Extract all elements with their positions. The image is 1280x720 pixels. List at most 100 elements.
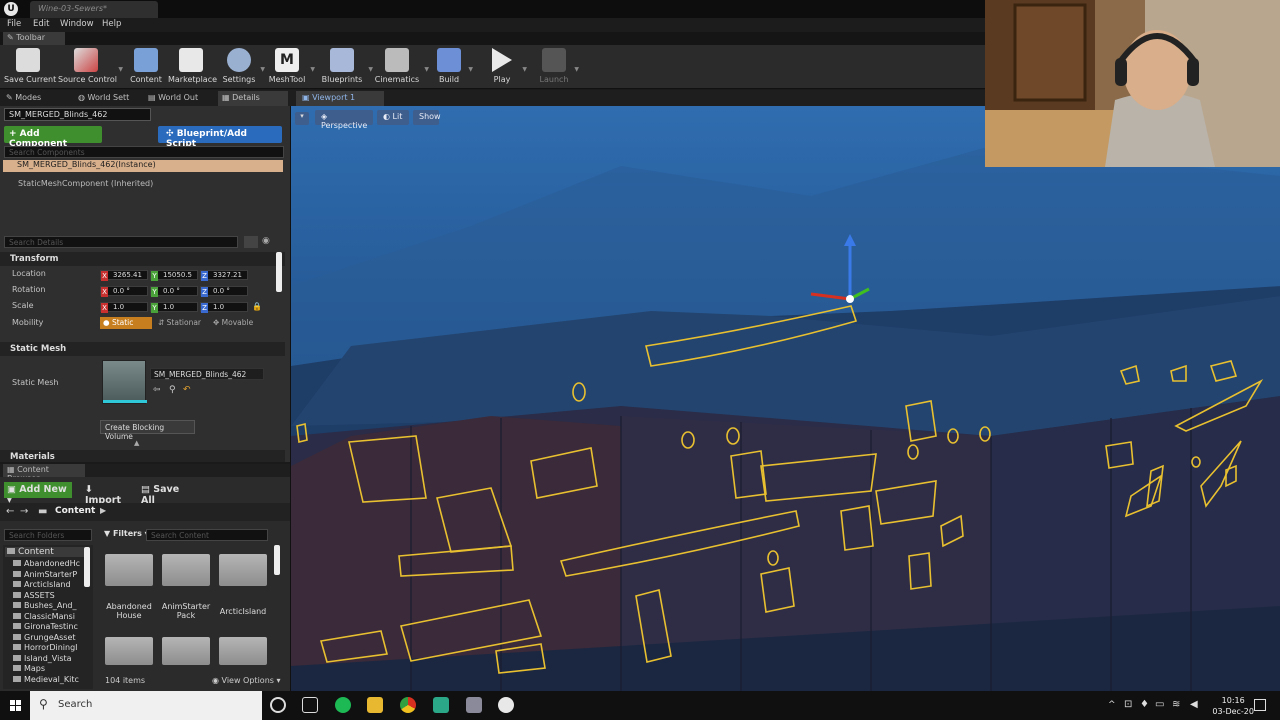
chevron-down-icon[interactable]: ▼ [260,66,265,73]
rotation-y-field[interactable]: Y 0.0 ° [150,286,198,297]
save-current-button[interactable]: Save Current [4,48,56,88]
static-mesh-section-header[interactable]: Static Mesh [0,342,285,356]
level-viewport[interactable]: ▾ ◈ Perspective ◐ Lit Show [290,106,1280,691]
reset-icon[interactable]: ↶ [183,385,191,395]
tree-item[interactable]: ClassicMansi [13,612,75,621]
breadcrumb[interactable]: Content [55,506,95,516]
tree-item[interactable]: GrungeAsset [13,633,76,642]
lock-icon[interactable]: 🔒 [252,302,262,311]
expand-arrow-icon[interactable]: ▲ [134,439,139,447]
folder-tile[interactable] [162,637,210,665]
viewport-options-button[interactable]: ▾ [295,112,309,125]
details-scrollbar[interactable] [276,252,282,292]
folder-tile[interactable] [162,554,210,586]
chevron-down-icon[interactable]: ▼ [574,66,579,73]
volume-icon[interactable]: ◀ [1190,699,1198,710]
cortana-icon[interactable] [270,697,286,713]
import-button[interactable]: ⬇ Import [82,482,134,506]
chevron-up-icon[interactable]: ^ [1108,700,1116,710]
eye-icon[interactable]: ◉ [262,236,270,246]
network-icon[interactable]: ▭ [1155,699,1164,710]
menu-edit[interactable]: Edit [33,19,49,29]
mobility-static-button[interactable]: ● Static [100,317,152,329]
search-components-input[interactable]: Search Components [4,146,284,158]
chevron-down-icon[interactable]: ▼ [424,66,429,73]
launch-button[interactable]: Launch ▼ [538,48,579,88]
lit-button[interactable]: ◐ Lit [377,110,409,125]
tab-modes[interactable]: ✎ Modes [2,91,72,106]
viewport-tab[interactable]: ▣ Viewport 1 [296,91,384,106]
materials-section-header[interactable]: Materials [0,450,285,462]
folder-tile[interactable] [219,637,267,665]
folder-tile[interactable] [105,554,153,586]
location-z-field[interactable]: Z 3327.21 [200,270,248,281]
notification-icon[interactable] [1254,699,1266,711]
static-mesh-component-item[interactable]: StaticMeshComponent (Inherited) [18,179,153,188]
app-icon[interactable] [466,697,482,713]
create-blocking-volume-button[interactable]: Create Blocking Volume [100,420,195,441]
browse-arrow-icon[interactable]: ⇦ [153,385,161,395]
tree-item[interactable]: Bushes_And_ [13,601,77,610]
tree-item[interactable]: ArcticIsland [13,580,71,589]
source-control-button[interactable]: Source Control ▼ [58,48,123,88]
spotify-icon[interactable] [335,697,351,713]
chevron-down-icon[interactable]: ▼ [468,66,473,73]
search-folders-input[interactable]: Search Folders [4,529,92,541]
show-button[interactable]: Show [413,110,441,125]
tree-item[interactable]: AbandonedHc [13,559,80,568]
cinematics-button[interactable]: Cinematics ▼ [374,48,429,88]
taskbar-clock[interactable]: 10:16 03-Dec-20 [1212,695,1254,717]
taskbar-search-input[interactable]: ⚲ Search [30,691,262,720]
assets-scrollbar[interactable] [274,545,280,575]
toolbar-tab[interactable]: ✎ Toolbar [3,32,65,45]
level-tab[interactable]: Wine-03-Sewers* [30,1,158,18]
tree-item[interactable]: HorrorDiningI [13,643,78,652]
chrome-icon[interactable] [400,697,416,713]
filters-button[interactable]: ▼ Filters ▾ [102,528,151,542]
tree-item[interactable]: ASSETS [13,591,55,600]
scale-y-field[interactable]: Y 1.0 [150,302,198,313]
menu-help[interactable]: Help [102,19,121,29]
menu-file[interactable]: File [7,19,21,29]
folder-tile[interactable] [219,554,267,586]
chevron-down-icon[interactable]: ▼ [118,66,123,73]
forward-arrow-icon[interactable]: → [20,506,28,517]
menu-window[interactable]: Window [60,19,94,29]
tree-scrollbar[interactable] [84,547,90,587]
chevron-down-icon[interactable]: ▼ [368,66,373,73]
app-icon[interactable] [433,697,449,713]
transform-section-header[interactable]: Transform [0,252,285,266]
tree-item[interactable]: GironaTestinc [13,622,78,631]
file-explorer-icon[interactable] [367,697,383,713]
location-x-field[interactable]: X 3265.41 [100,270,148,281]
settings-button[interactable]: Settings ▼ [222,48,265,88]
selected-instance-row[interactable]: SM_MERGED_Blinds_462(Instance) [3,160,283,172]
scale-z-field[interactable]: Z 1.0 [200,302,248,313]
folder-tile[interactable] [105,637,153,665]
chevron-right-icon[interactable]: ▶ [100,506,106,515]
chevron-down-icon[interactable]: ▼ [310,66,315,73]
find-icon[interactable]: ⚲ [169,385,176,395]
tree-item[interactable]: Island_Vista [13,654,72,663]
blueprints-button[interactable]: Blueprints ▼ [320,48,373,88]
actor-name-field[interactable]: SM_MERGED_Blinds_462 [4,108,151,121]
tray-icon[interactable]: ⊡ [1124,699,1132,710]
view-options-button[interactable]: ◉ View Options ▾ [212,676,281,685]
add-component-button[interactable]: + Add Component [4,126,102,149]
start-button[interactable] [0,691,30,720]
add-new-button[interactable]: ▣ Add New ▾ [4,482,72,506]
meshtool-button[interactable]: M MeshTool ▼ [268,48,315,88]
rotation-x-field[interactable]: X 0.0 ° [100,286,148,297]
location-y-field[interactable]: Y 15050.5 [150,270,198,281]
tree-item[interactable]: AnimStarterP [13,570,77,579]
tab-world-outliner[interactable]: ▤ World Out [144,91,216,106]
unreal-taskbar-icon[interactable] [498,697,514,713]
tree-item[interactable]: Maps [13,664,45,673]
search-details-input[interactable]: Search Details [4,236,238,248]
microphone-icon[interactable]: ♦ [1140,699,1149,710]
scale-x-field[interactable]: X 1.0 [100,302,148,313]
content-button[interactable]: Content [128,48,164,88]
search-content-input[interactable]: Search Content [146,529,268,541]
save-all-button[interactable]: ▤ Save All [138,482,194,506]
mobility-movable-button[interactable]: ✥ Movable [210,317,262,329]
